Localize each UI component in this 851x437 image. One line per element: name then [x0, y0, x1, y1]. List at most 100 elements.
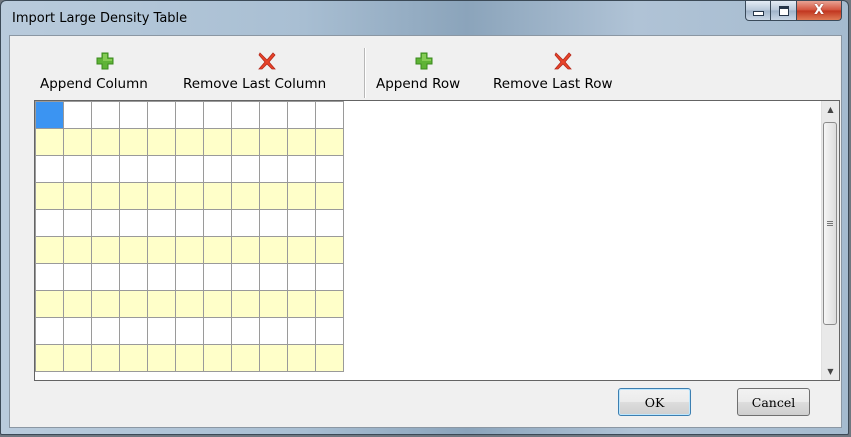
table-cell[interactable] [259, 209, 288, 237]
table-cell[interactable] [203, 263, 232, 291]
table-cell[interactable] [147, 128, 176, 156]
table-cell[interactable] [63, 236, 92, 264]
table-cell[interactable] [147, 263, 176, 291]
table-cell[interactable] [259, 290, 288, 318]
table-cell[interactable] [231, 290, 260, 318]
table-cell[interactable] [231, 263, 260, 291]
table-cell[interactable] [175, 209, 204, 237]
table-cell[interactable] [287, 209, 316, 237]
table-cell[interactable] [203, 317, 232, 345]
table-cell[interactable] [231, 101, 260, 129]
table-cell[interactable] [91, 155, 120, 183]
table-cell[interactable] [119, 209, 148, 237]
table-cell[interactable] [35, 128, 64, 156]
table-cell[interactable] [175, 182, 204, 210]
table-cell[interactable] [147, 101, 176, 129]
maximize-button[interactable] [771, 1, 797, 21]
table-cell[interactable] [259, 317, 288, 345]
table-cell[interactable] [35, 290, 64, 318]
table-cell[interactable] [91, 317, 120, 345]
table-cell[interactable] [119, 182, 148, 210]
table-cell[interactable] [231, 128, 260, 156]
append-row-button[interactable]: Append Row [372, 52, 476, 96]
table-cell[interactable] [119, 344, 148, 372]
table-cell[interactable] [91, 209, 120, 237]
table-cell[interactable] [259, 263, 288, 291]
table-cell[interactable] [91, 344, 120, 372]
table-cell[interactable] [259, 236, 288, 264]
table-cell[interactable] [259, 155, 288, 183]
table-cell[interactable] [287, 101, 316, 129]
table-cell[interactable] [147, 236, 176, 264]
table-cell[interactable] [287, 317, 316, 345]
table-cell[interactable] [203, 209, 232, 237]
table-cell[interactable] [91, 290, 120, 318]
table-cell[interactable] [63, 209, 92, 237]
table-cell[interactable] [175, 236, 204, 264]
table-cell[interactable] [35, 209, 64, 237]
table-cell[interactable] [231, 317, 260, 345]
table-cell[interactable] [287, 182, 316, 210]
table-cell[interactable] [175, 317, 204, 345]
table-cell[interactable] [259, 182, 288, 210]
table-cell[interactable] [119, 155, 148, 183]
table-cell[interactable] [91, 236, 120, 264]
table-cell[interactable] [119, 290, 148, 318]
table-cell[interactable] [231, 209, 260, 237]
table-cell[interactable] [91, 182, 120, 210]
table-cell[interactable] [119, 236, 148, 264]
scroll-up-arrow-icon[interactable]: ▲ [822, 101, 839, 118]
table-cell[interactable] [119, 128, 148, 156]
table-cell[interactable] [203, 236, 232, 264]
table-cell[interactable] [315, 182, 344, 210]
table-cell[interactable] [259, 101, 288, 129]
table-cell[interactable] [91, 128, 120, 156]
table-cell[interactable] [63, 290, 92, 318]
table-cell[interactable] [175, 155, 204, 183]
table-cell[interactable] [63, 101, 92, 129]
remove-last-column-button[interactable]: Remove Last Column [178, 52, 356, 96]
table-cell[interactable] [147, 290, 176, 318]
table-cell[interactable] [315, 344, 344, 372]
density-table-grid-area[interactable]: ▲ ▼ [34, 100, 840, 381]
table-cell[interactable] [119, 263, 148, 291]
table-cell[interactable] [203, 155, 232, 183]
minimize-button[interactable] [745, 1, 771, 21]
table-cell[interactable] [315, 317, 344, 345]
vertical-scrollbar[interactable]: ▲ ▼ [821, 101, 839, 380]
ok-button[interactable]: OK [618, 388, 691, 416]
table-cell[interactable] [35, 101, 64, 129]
title-bar[interactable]: Import Large Density Table X [1, 1, 848, 35]
table-cell[interactable] [147, 344, 176, 372]
table-cell[interactable] [287, 236, 316, 264]
table-cell[interactable] [287, 290, 316, 318]
density-table-grid[interactable] [35, 101, 344, 372]
table-cell[interactable] [287, 155, 316, 183]
table-cell[interactable] [91, 263, 120, 291]
table-cell[interactable] [119, 101, 148, 129]
table-cell[interactable] [63, 344, 92, 372]
table-cell[interactable] [35, 236, 64, 264]
table-cell[interactable] [175, 344, 204, 372]
table-cell[interactable] [63, 263, 92, 291]
table-cell[interactable] [203, 128, 232, 156]
table-cell[interactable] [175, 101, 204, 129]
table-cell[interactable] [315, 128, 344, 156]
table-cell[interactable] [203, 290, 232, 318]
table-cell[interactable] [231, 155, 260, 183]
scrollbar-thumb[interactable] [823, 122, 837, 325]
table-cell[interactable] [259, 344, 288, 372]
table-cell[interactable] [35, 155, 64, 183]
table-cell[interactable] [203, 101, 232, 129]
table-cell[interactable] [119, 317, 148, 345]
table-cell[interactable] [175, 128, 204, 156]
table-cell[interactable] [203, 182, 232, 210]
table-cell[interactable] [91, 101, 120, 129]
table-cell[interactable] [315, 290, 344, 318]
table-cell[interactable] [315, 155, 344, 183]
table-cell[interactable] [63, 317, 92, 345]
table-cell[interactable] [203, 344, 232, 372]
table-cell[interactable] [63, 155, 92, 183]
table-cell[interactable] [35, 182, 64, 210]
table-cell[interactable] [315, 101, 344, 129]
